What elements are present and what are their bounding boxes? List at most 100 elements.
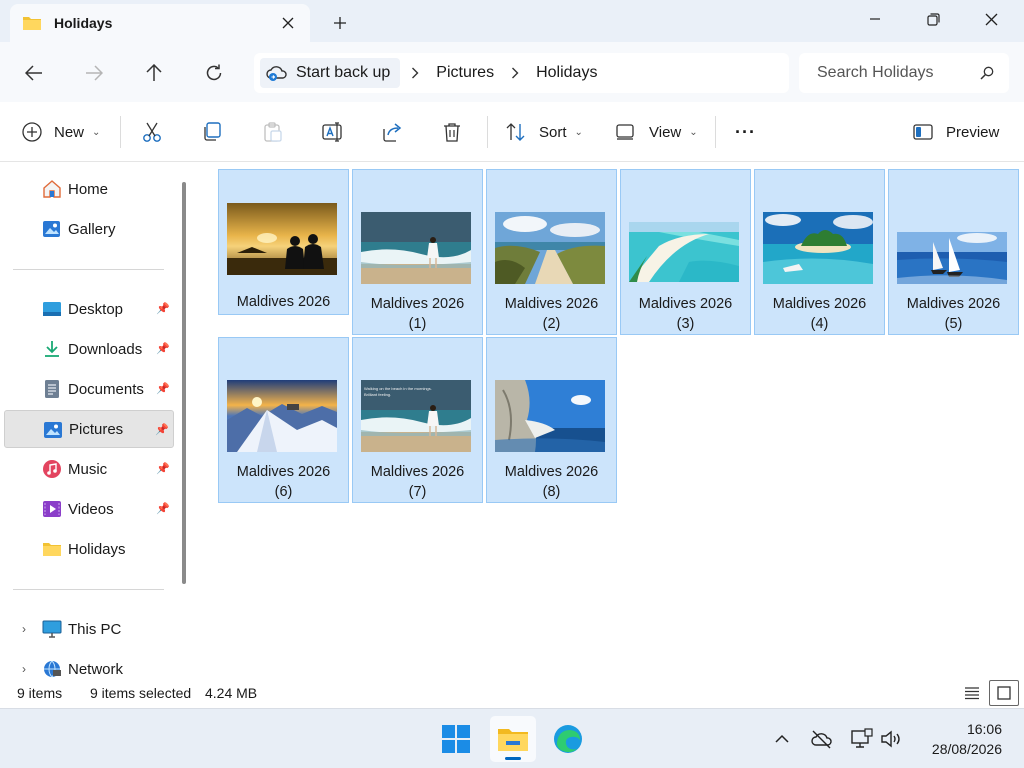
file-tile[interactable]: Maldives 2026 (5) (888, 169, 1019, 335)
sidebar-item-gallery[interactable]: Gallery (4, 210, 174, 248)
toolbar-divider (487, 116, 488, 148)
breadcrumb-separator[interactable] (500, 67, 530, 79)
breadcrumb-start-back-up[interactable]: Start back up (260, 58, 401, 88)
back-button[interactable] (17, 56, 51, 90)
arrow-right-icon (86, 65, 103, 81)
minimize-button[interactable] (846, 0, 904, 38)
photo-thumbnail (227, 380, 337, 452)
paste-button[interactable] (261, 114, 283, 150)
ethernet-icon (851, 728, 873, 748)
share-button[interactable] (381, 114, 403, 150)
folder-icon (43, 543, 61, 556)
details-view-button[interactable] (957, 680, 987, 706)
sidebar-item-downloads[interactable]: Downloads 📌 (4, 330, 174, 368)
sidebar-item-home[interactable]: Home (4, 170, 174, 208)
title-bar: Holidays (0, 0, 1024, 42)
downloads-icon (45, 341, 59, 357)
file-name: Maldives 2026 (236, 294, 331, 310)
file-tile[interactable]: Maldives 2026 (2) (486, 169, 617, 335)
forward-button[interactable] (77, 56, 111, 90)
sidebar-item-label: Downloads (68, 340, 143, 358)
file-tile[interactable]: Maldives 2026 (3) (620, 169, 751, 335)
preview-label: Preview (946, 123, 1000, 141)
tiles-view-button[interactable] (989, 680, 1019, 706)
chevron-down-icon: ⌄ (574, 126, 583, 138)
file-tile[interactable]: Walking on the beach in the mornings. Br… (352, 337, 483, 503)
search-box[interactable] (799, 53, 1009, 93)
restore-button[interactable] (904, 0, 962, 38)
sort-button[interactable]: Sort ⌄ (505, 114, 583, 150)
tab-holidays[interactable]: Holidays (10, 4, 310, 42)
sidebar-item-desktop[interactable]: Desktop 📌 (4, 290, 174, 328)
system-clock[interactable]: 16:06 28/08/2026 (932, 719, 1002, 759)
clipboard-icon (264, 122, 282, 142)
onedrive-status[interactable] (808, 725, 836, 753)
sidebar-item-music[interactable]: Music 📌 (4, 450, 174, 488)
rename-button[interactable] (321, 114, 345, 150)
sidebar-item-documents[interactable]: Documents 📌 (4, 370, 174, 408)
sidebar-item-videos[interactable]: Videos 📌 (4, 490, 174, 528)
sidebar-item-network[interactable]: › Network (4, 650, 174, 678)
show-hidden-icons-button[interactable] (768, 725, 796, 753)
delete-button[interactable] (441, 114, 463, 150)
copy-icon (204, 122, 221, 141)
trash-icon (444, 123, 460, 142)
network-status[interactable] (848, 725, 876, 753)
sidebar-divider (13, 269, 164, 270)
close-tab-button[interactable] (274, 9, 302, 37)
chevron-right-icon[interactable]: › (22, 662, 26, 676)
start-button[interactable] (433, 716, 479, 762)
sidebar-item-label: Network (68, 660, 124, 678)
breadcrumb-holidays[interactable]: Holidays (530, 64, 603, 82)
breadcrumb-separator[interactable] (400, 67, 430, 79)
refresh-button[interactable] (197, 56, 231, 90)
sidebar-item-holidays[interactable]: Holidays (4, 530, 174, 568)
photo-thumbnail (629, 222, 739, 282)
close-window-button[interactable] (962, 0, 1020, 38)
edge-browser-icon (554, 725, 582, 753)
preview-pane-icon (913, 124, 933, 140)
navigation-bar: Start back up Pictures Holidays (0, 42, 1024, 102)
file-tile[interactable]: Maldives 2026 (1) (352, 169, 483, 335)
refresh-icon (206, 64, 222, 81)
preview-pane-button[interactable]: Preview (912, 114, 999, 150)
toolbar-divider (120, 116, 121, 148)
new-button[interactable]: New ⌄ (22, 114, 100, 150)
sidebar-item-label: Holidays (68, 540, 126, 558)
new-tab-button[interactable] (326, 9, 354, 37)
sidebar-item-label: Pictures (69, 420, 124, 438)
chevron-right-icon[interactable]: › (22, 622, 26, 636)
taskbar-edge[interactable] (545, 716, 591, 762)
view-button[interactable]: View ⌄ (615, 114, 698, 150)
sidebar-scrollbar[interactable] (182, 182, 186, 584)
sidebar-item-pictures[interactable]: Pictures 📌 (4, 410, 174, 448)
close-icon (282, 17, 294, 29)
pin-icon: 📌 (156, 343, 170, 355)
cloud-offline-icon (811, 730, 832, 749)
taskbar-file-explorer[interactable] (490, 716, 536, 762)
sort-icon (506, 123, 525, 141)
file-tile[interactable]: Maldives 2026 (4) (754, 169, 885, 335)
address-bar[interactable]: Start back up Pictures Holidays (254, 53, 789, 93)
file-tile[interactable]: Maldives 2026 (8) (486, 337, 617, 503)
list-view-icon (965, 687, 979, 700)
selected-count: 9 items selected (90, 685, 192, 701)
volume-control[interactable] (878, 725, 906, 753)
up-button[interactable] (137, 56, 171, 90)
file-explorer-icon (498, 729, 528, 751)
file-tile[interactable]: Maldives 2026 (6) (218, 337, 349, 503)
pin-icon: 📌 (156, 503, 170, 515)
more-options-button[interactable]: ··· (735, 114, 756, 150)
sidebar-item-this-pc[interactable]: › This PC (4, 610, 174, 648)
file-name: Maldives 2026 (3) (638, 296, 733, 332)
copy-button[interactable] (201, 114, 223, 150)
file-name: Maldives 2026 (1) (370, 296, 465, 332)
file-tile[interactable]: Maldives 2026 (218, 169, 349, 315)
sort-label: Sort (539, 123, 567, 141)
windows-logo-icon (442, 725, 470, 753)
search-input[interactable] (817, 64, 972, 82)
chevron-down-icon: ⌄ (689, 126, 698, 138)
cut-button[interactable] (141, 114, 163, 150)
breadcrumb-pictures[interactable]: Pictures (430, 64, 500, 82)
more-icon: ··· (735, 121, 756, 142)
